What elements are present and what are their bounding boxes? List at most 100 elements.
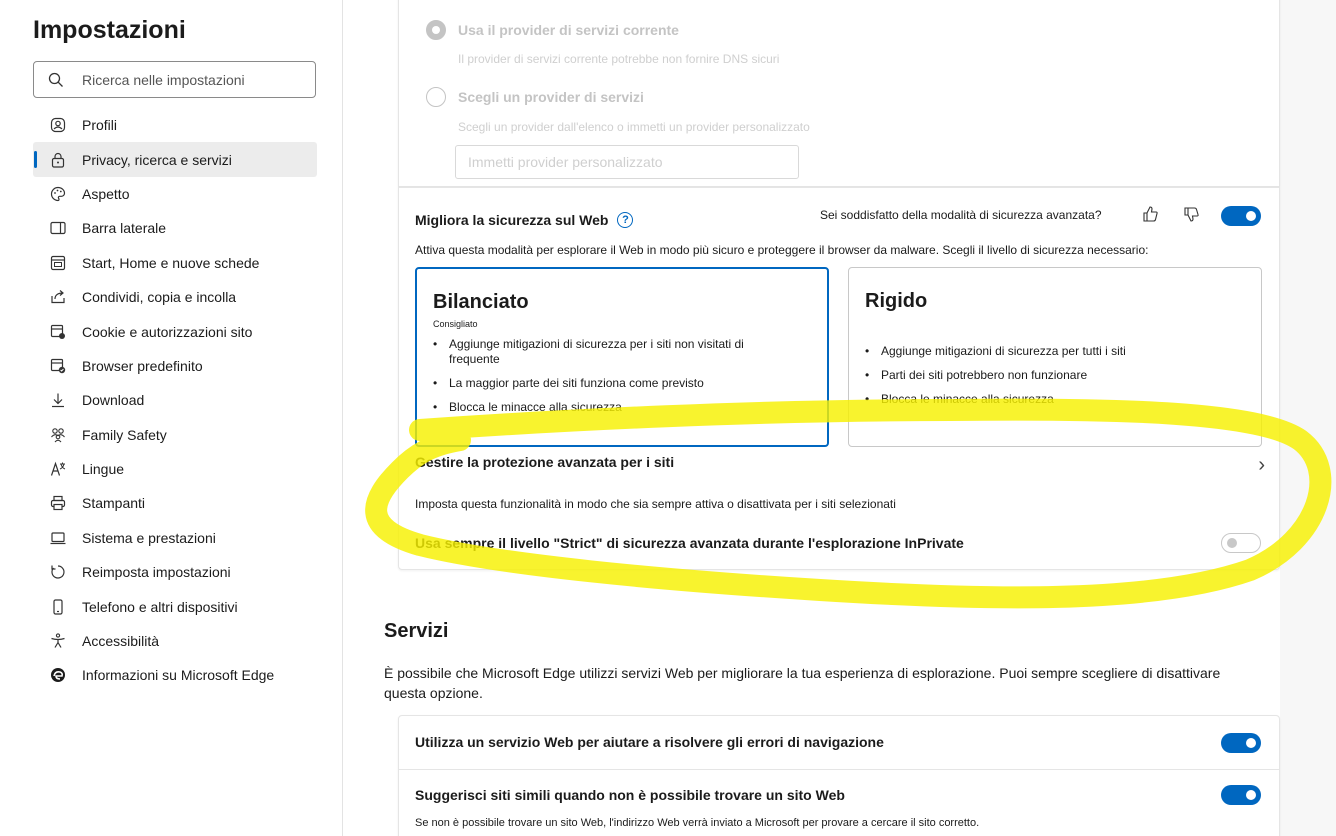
dns-option-current[interactable]: Usa il provider di servizi corrente <box>426 20 679 40</box>
sidebar-item-download[interactable]: Download <box>33 383 317 417</box>
chevron-right-icon: › <box>1258 454 1265 476</box>
sidebar-item-reimposta[interactable]: Reimposta impostazioni <box>33 555 317 589</box>
enhanced-security-title: Migliora la sicurezza sul Web ? <box>415 212 634 228</box>
enhanced-security-title-text: Migliora la sicurezza sul Web <box>415 212 609 228</box>
level-bullet: Aggiunge mitigazioni di sicurezza per tu… <box>865 344 1225 359</box>
level-bullets: Aggiunge mitigazioni di sicurezza per tu… <box>865 344 1225 416</box>
level-bullet: Blocca le minacce alla sicurezza <box>433 400 793 415</box>
sidebar-nav: Profili Privacy, ricerca e servizi Aspet… <box>33 108 317 693</box>
help-icon[interactable]: ? <box>617 212 634 228</box>
search-icon <box>48 72 64 88</box>
language-icon <box>49 460 67 478</box>
profile-icon <box>49 116 67 134</box>
sidebar-item-informazioni-edge[interactable]: Informazioni su Microsoft Edge <box>33 658 317 692</box>
manage-site-protection-title: Gestire la protezione avanzata per i sit… <box>415 454 675 470</box>
inprivate-strict-label: Usa sempre il livello "Strict" di sicure… <box>415 535 964 551</box>
edge-logo-icon <box>49 666 67 684</box>
dns-option-current-title: Usa il provider di servizi corrente <box>458 22 679 38</box>
custom-dns-provider-input[interactable] <box>455 145 799 179</box>
home-tab-icon <box>49 254 67 272</box>
thumbs-down-icon[interactable] <box>1182 206 1200 224</box>
lock-icon <box>49 151 67 169</box>
service-row-label: Utilizza un servizio Web per aiutare a r… <box>415 734 884 750</box>
sidebar-item-sistema[interactable]: Sistema e prestazioni <box>33 521 317 555</box>
sidebar-item-telefono[interactable]: Telefono e altri dispositivi <box>33 589 317 623</box>
services-section-description: È possibile che Microsoft Edge utilizzi … <box>384 665 1221 701</box>
level-bullet: Parti dei siti potrebbero non funzionare <box>865 368 1225 383</box>
sidebar-item-label: Download <box>82 392 145 409</box>
level-subtitle: Consigliato <box>433 319 478 329</box>
level-bullets: Aggiunge mitigazioni di sicurezza per i … <box>433 337 793 424</box>
enhanced-security-card: Migliora la sicurezza sul Web ? Sei sodd… <box>398 187 1280 570</box>
sidebar-item-label: Profili <box>82 117 118 134</box>
sidebar-item-family-safety[interactable]: Family Safety <box>33 418 317 452</box>
settings-sidebar: Impostazioni Profili Privacy, ricerca e … <box>0 0 343 836</box>
radio-button-selected[interactable] <box>426 20 446 40</box>
dns-option-current-desc: Il provider di servizi corrente potrebbe… <box>458 52 780 66</box>
sidebar-item-accessibilita[interactable]: Accessibilità <box>33 624 317 658</box>
share-icon <box>49 288 67 306</box>
sidebar-item-stampanti[interactable]: Stampanti <box>33 486 317 520</box>
manage-site-protection-row[interactable]: Gestire la protezione avanzata per i sit… <box>415 454 1265 476</box>
divider <box>399 769 1279 770</box>
sidebar-item-lingue[interactable]: Lingue <box>33 452 317 486</box>
sidebar-item-label: Accessibilità <box>82 633 160 650</box>
sidebar-item-label: Stampanti <box>82 495 146 512</box>
reset-icon <box>49 563 67 581</box>
sidebar-item-condividi[interactable]: Condividi, copia e incolla <box>33 280 317 314</box>
phone-icon <box>49 598 67 616</box>
security-level-strict[interactable]: Rigido Aggiunge mitigazioni di sicurezza… <box>848 267 1262 447</box>
service-row-label: Suggerisci siti simili quando non è poss… <box>415 787 845 803</box>
services-card: Utilizza un servizio Web per aiutare a r… <box>398 715 1280 836</box>
sidebar-item-profili[interactable]: Profili <box>33 108 317 142</box>
inprivate-strict-toggle[interactable] <box>1221 533 1261 553</box>
sidebar-item-label: Reimposta impostazioni <box>82 564 231 581</box>
sidebar-item-label: Barra laterale <box>82 220 167 237</box>
service-row-description: Se non è possibile trovare un sito Web, … <box>415 817 980 829</box>
cookie-icon <box>49 323 67 341</box>
radio-button[interactable] <box>426 87 446 107</box>
settings-search-input[interactable] <box>82 71 302 88</box>
system-icon <box>49 529 67 547</box>
sidebar-item-label: Browser predefinito <box>82 357 203 374</box>
download-icon <box>49 391 67 409</box>
sidebar-item-label: Lingue <box>82 461 125 478</box>
similar-sites-toggle[interactable] <box>1221 785 1261 805</box>
sidebar-item-label: Family Safety <box>82 426 167 443</box>
sidebar-item-label: Telefono e altri dispositivi <box>82 598 238 615</box>
settings-main: Usa il provider di servizi corrente Il p… <box>344 0 1280 836</box>
accessibility-icon <box>49 632 67 650</box>
level-name: Rigido <box>865 290 928 312</box>
level-bullet: Aggiunge mitigazioni di sicurezza per i … <box>433 337 793 367</box>
dns-option-choose-desc: Scegli un provider dall'elenco o immetti… <box>458 120 810 134</box>
level-bullet: Blocca le minacce alla sicurezza <box>865 392 1225 407</box>
sidebar-item-browser-predefinito[interactable]: Browser predefinito <box>33 349 317 383</box>
navigation-errors-toggle[interactable] <box>1221 733 1261 753</box>
sidebar-item-privacy[interactable]: Privacy, ricerca e servizi <box>33 142 317 177</box>
sidebar-icon <box>49 219 67 237</box>
dns-option-choose[interactable]: Scegli un provider di servizi <box>426 87 644 107</box>
page-background-gutter <box>1280 0 1336 836</box>
sidebar-item-cookie[interactable]: Cookie e autorizzazioni sito <box>33 314 317 348</box>
manage-site-protection-description: Imposta questa funzionalità in modo che … <box>415 497 896 511</box>
sidebar-item-label: Condividi, copia e incolla <box>82 289 237 306</box>
family-icon <box>49 426 67 444</box>
feedback-question: Sei soddisfatto della modalità di sicure… <box>820 208 1102 222</box>
enhanced-security-toggle[interactable] <box>1221 206 1261 226</box>
security-level-balanced[interactable]: Bilanciato Consigliato Aggiunge mitigazi… <box>415 267 829 447</box>
sidebar-item-label: Cookie e autorizzazioni sito <box>82 323 253 340</box>
sidebar-item-label: Privacy, ricerca e servizi <box>82 151 232 168</box>
sidebar-item-label: Aspetto <box>82 185 130 202</box>
sidebar-item-label: Start, Home e nuove schede <box>82 254 260 271</box>
sidebar-title: Impostazioni <box>33 16 186 44</box>
secure-dns-card: Usa il provider di servizi corrente Il p… <box>398 0 1280 187</box>
settings-search-box[interactable] <box>33 61 316 98</box>
level-bullet: La maggior parte dei siti funziona come … <box>433 376 793 391</box>
sidebar-item-label: Informazioni su Microsoft Edge <box>82 667 275 684</box>
services-section-title: Servizi <box>384 620 449 642</box>
thumbs-up-icon[interactable] <box>1141 205 1159 223</box>
sidebar-item-start-home[interactable]: Start, Home e nuove schede <box>33 246 317 280</box>
sidebar-item-aspetto[interactable]: Aspetto <box>33 177 317 211</box>
enhanced-security-description: Attiva questa modalità per esplorare il … <box>415 243 1149 257</box>
sidebar-item-barra-laterale[interactable]: Barra laterale <box>33 211 317 245</box>
